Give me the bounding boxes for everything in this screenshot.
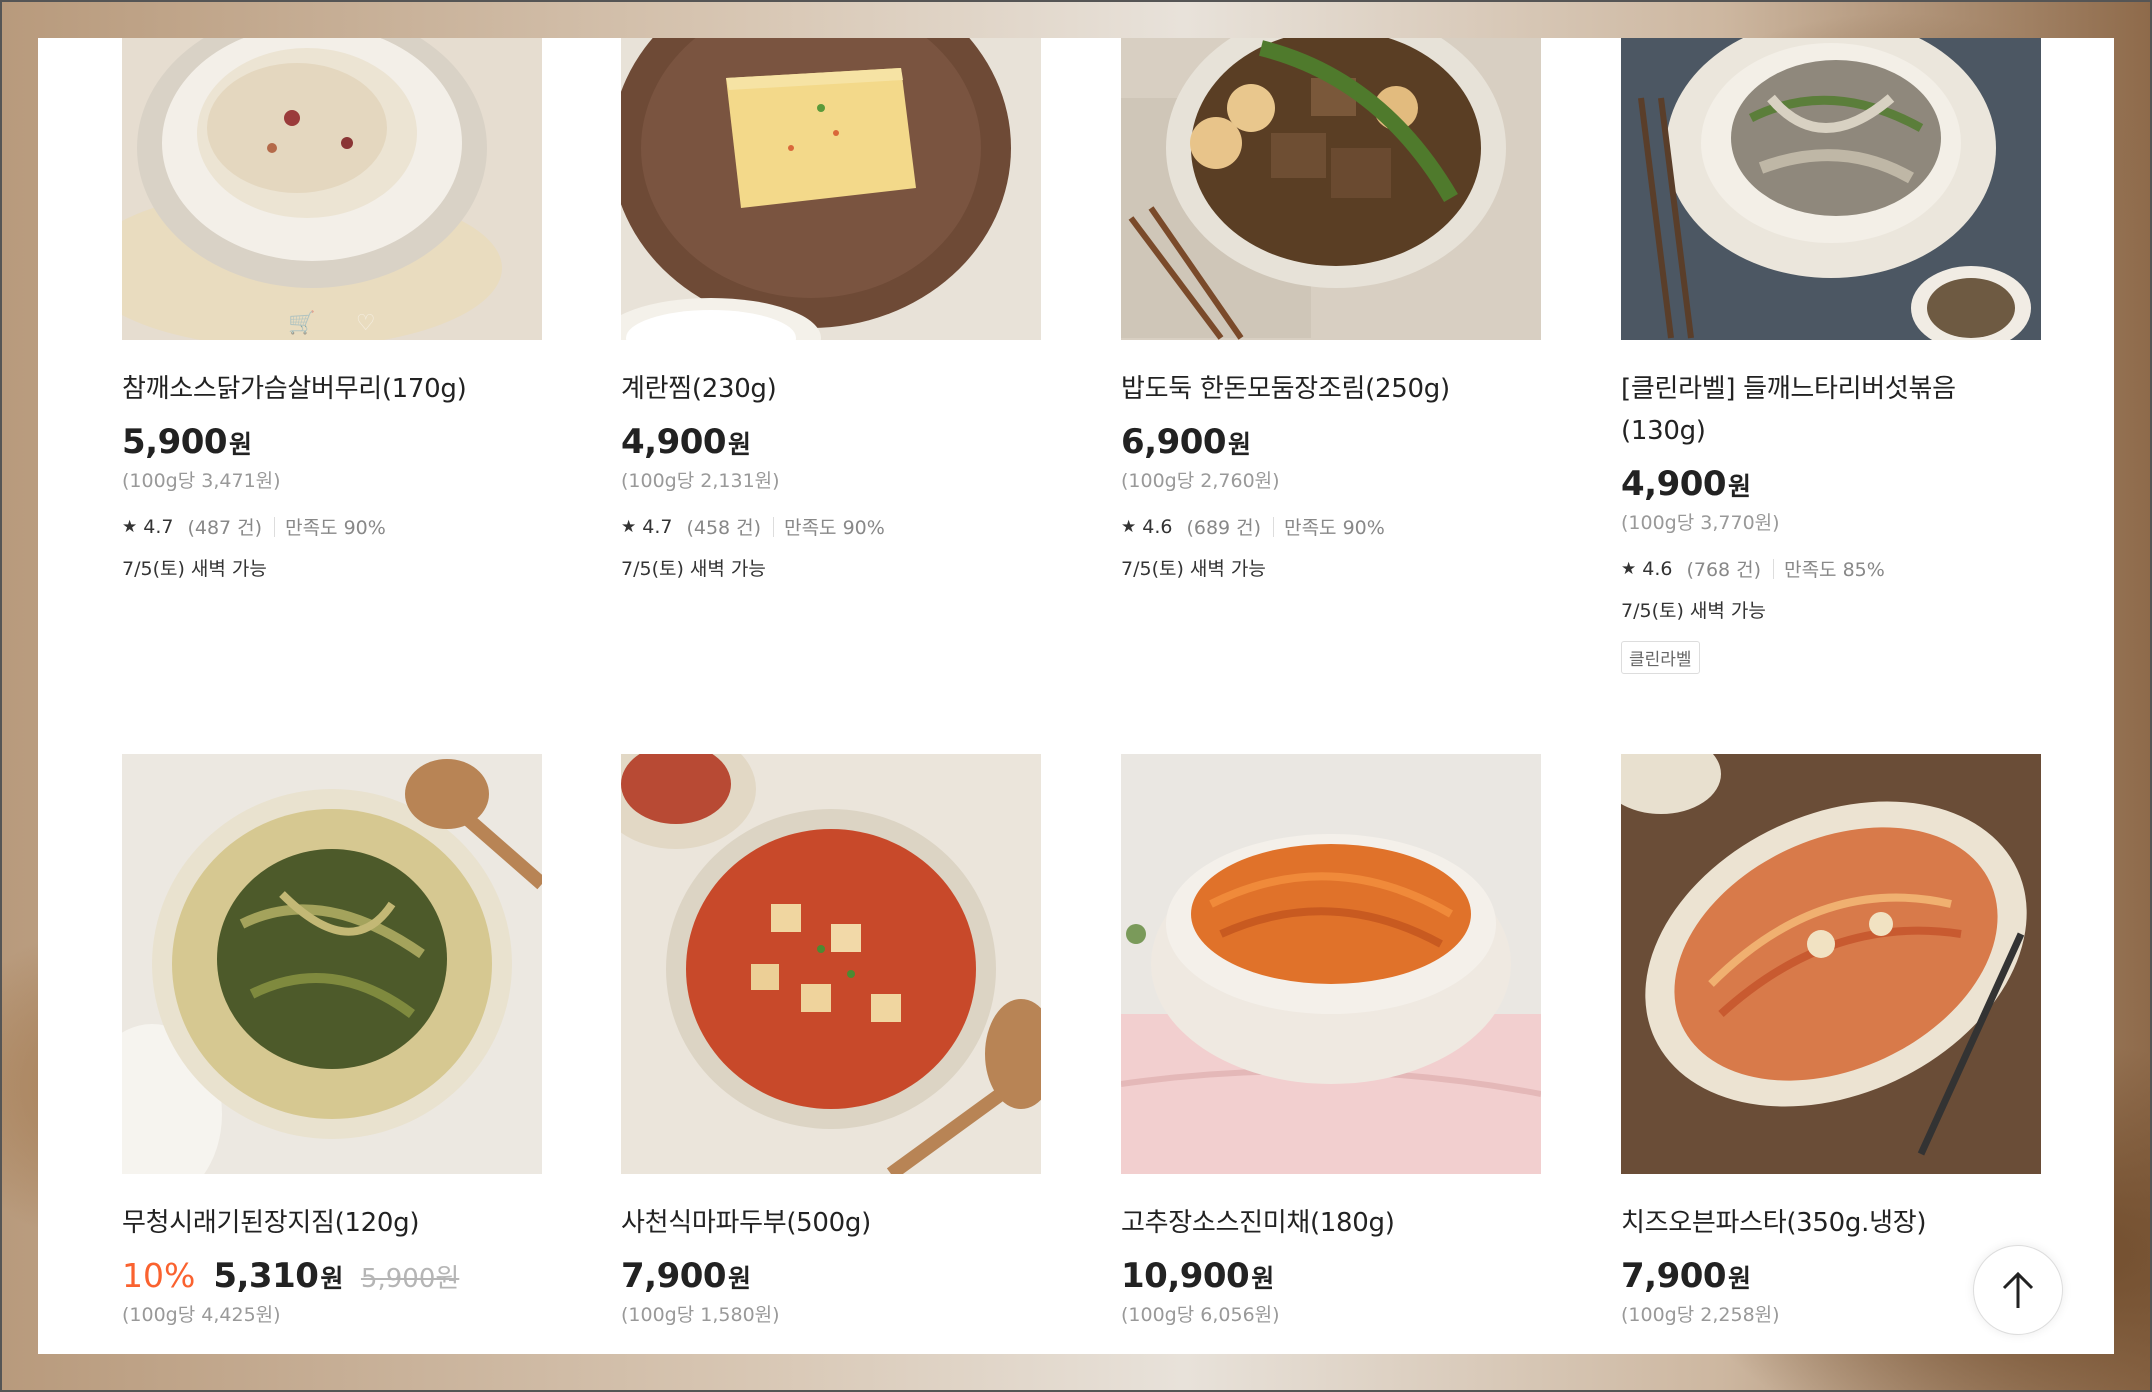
cart-icon[interactable]: 🛒 [288,311,315,336]
original-price: 5,900원 [360,1264,460,1294]
unit-price: (100g당 2,760원) [1121,470,1280,492]
delivery-info: 7/5(토) 새벽 가능 [122,558,267,580]
delivery-info: 7/5(토) 새벽 가능 [1121,558,1266,580]
product-grid: 🛒 ♡ 참깨소스닭가슴살버무리(170g) 5,900원 (100g당 3,47… [38,38,2114,1354]
product-name[interactable]: 계란찜(230g) [621,368,1041,410]
unit-price: (100g당 3,471원) [122,470,281,492]
product-card[interactable]: 무청시래기된장지짐(120g) 10% 5,310원 5,900원 (100g당… [122,754,542,1327]
product-card[interactable]: 치즈오븐파스타(350g.냉장) 7,900원 (100g당 2,258원) [1621,754,2041,1327]
clean-label-badge: 클린라벨 [1621,641,1700,674]
arrow-up-icon [2002,1271,2034,1308]
star-icon: ★ [1621,558,1637,579]
product-name[interactable]: [클린라벨] 들깨느타리버섯볶음 (130g) [1621,368,2041,452]
rating-summary: ★ 4.6 (768 건) 만족도 85% [1621,557,1885,582]
product-card[interactable]: 밥도둑 한돈모둠장조림(250g) 6,900원 (100g당 2,760원) … [1121,38,1541,581]
product-name[interactable]: 고추장소스진미채(180g) [1121,1202,1541,1244]
product-price: 6,900원 [1121,422,1251,462]
product-price: 10,900원 [1121,1256,1274,1296]
unit-price: (100g당 2,131원) [621,470,780,492]
product-price: 5,310원 [213,1256,343,1296]
delivery-info: 7/5(토) 새벽 가능 [1621,600,1766,622]
product-name[interactable]: 사천식마파두부(500g) [621,1202,1041,1244]
product-image[interactable] [1121,38,1541,340]
product-image[interactable] [1621,38,2041,340]
product-image[interactable]: 🛒 ♡ [122,38,542,340]
scroll-to-top-button[interactable] [1973,1245,2063,1335]
product-price: 4,900원 [1621,464,1751,504]
product-name[interactable]: 치즈오븐파스타(350g.냉장) [1621,1202,2041,1244]
product-price: 7,900원 [621,1256,751,1296]
product-name[interactable]: 무청시래기된장지짐(120g) [122,1202,542,1244]
product-price: 4,900원 [621,422,751,462]
product-price: 7,900원 [1621,1256,1751,1296]
product-price: 5,900원 [122,422,252,462]
product-image[interactable] [621,38,1041,340]
discount-rate: 10% [122,1256,196,1295]
star-icon: ★ [621,516,637,537]
product-name[interactable]: 밥도둑 한돈모둠장조림(250g) [1121,368,1541,410]
unit-price: (100g당 6,056원) [1121,1304,1280,1326]
unit-price: (100g당 4,425원) [122,1304,281,1326]
product-name[interactable]: 참깨소스닭가슴살버무리(170g) [122,368,542,410]
product-image[interactable] [1121,754,1541,1174]
unit-price: (100g당 1,580원) [621,1304,780,1326]
rating-summary: ★ 4.7 (487 건) 만족도 90% [122,515,386,540]
rating-summary: ★ 4.7 (458 건) 만족도 90% [621,515,885,540]
product-card[interactable]: 사천식마파두부(500g) 7,900원 (100g당 1,580원) [621,754,1041,1327]
unit-price: (100g당 3,770원) [1621,512,1780,534]
star-icon: ★ [1121,516,1137,537]
heart-icon[interactable]: ♡ [356,311,376,336]
star-icon: ★ [122,516,138,537]
product-card[interactable]: 고추장소스진미채(180g) 10,900원 (100g당 6,056원) [1121,754,1541,1327]
product-image[interactable] [1621,754,2041,1174]
product-image[interactable] [621,754,1041,1174]
rating-summary: ★ 4.6 (689 건) 만족도 90% [1121,515,1385,540]
product-image[interactable] [122,754,542,1174]
product-card[interactable]: 🛒 ♡ 참깨소스닭가슴살버무리(170g) 5,900원 (100g당 3,47… [122,38,542,581]
delivery-info: 7/5(토) 새벽 가능 [621,558,766,580]
product-card[interactable]: 계란찜(230g) 4,900원 (100g당 2,131원) ★ 4.7 (4… [621,38,1041,581]
product-card[interactable]: [클린라벨] 들깨느타리버섯볶음 (130g) 4,900원 (100g당 3,… [1621,38,2041,674]
